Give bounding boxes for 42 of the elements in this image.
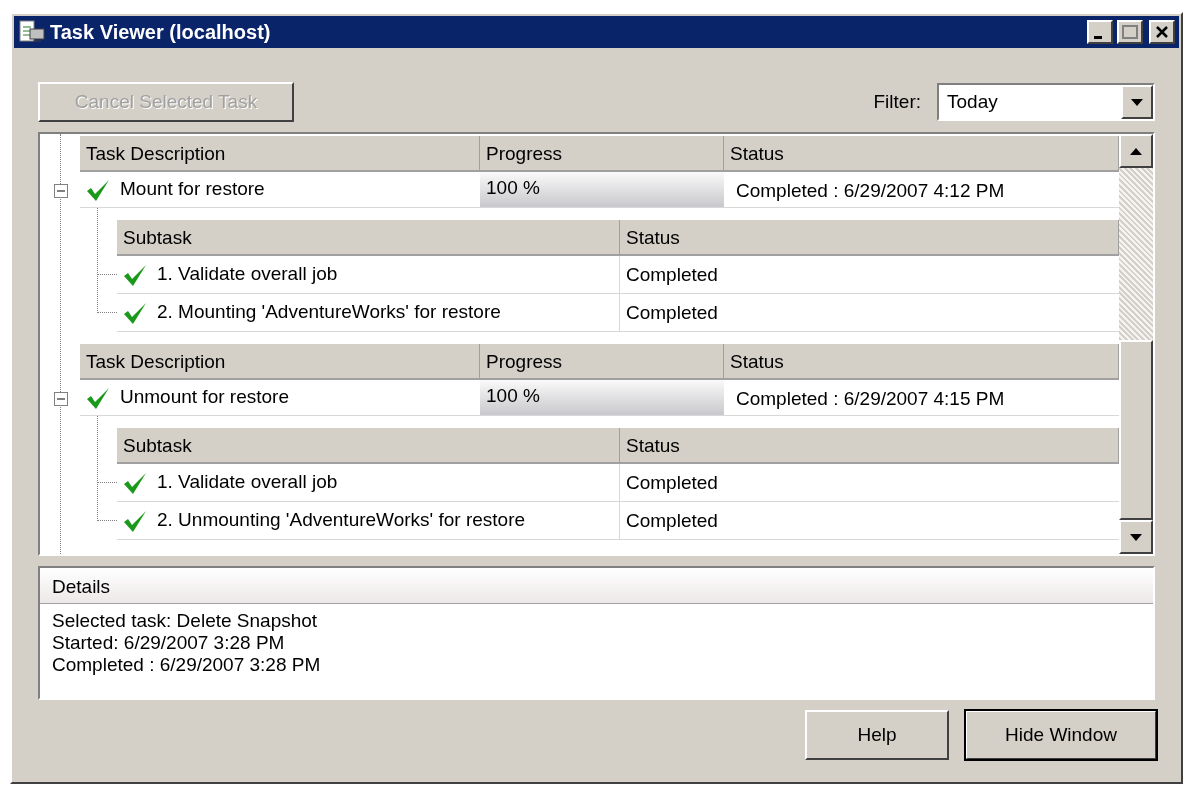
progress-text: 100 % [486,177,540,198]
filter-label: Filter: [873,89,921,114]
subtask-status: Completed [625,471,719,495]
details-text: Selected task: Delete Snapshot [51,610,319,632]
help-button[interactable]: Help [805,710,949,760]
filter-dropdown[interactable]: Today [937,83,1155,121]
subtask-status: Completed [625,509,719,533]
column-header: Task Description [80,344,480,378]
column-header: Progress [480,136,724,170]
down-arrow-icon [1128,531,1144,543]
window-title: Task Viewer (localhost) [50,20,272,45]
hide-window-button[interactable]: Hide Window [965,710,1157,760]
minimize-button[interactable] [1087,20,1113,44]
dropdown-arrow-icon [1129,96,1145,108]
collapse-icon[interactable] [54,184,68,198]
column-header: Task Description [80,136,480,170]
details-text: Completed : 6/29/2007 3:28 PM [51,654,322,676]
subtask-status: Completed [625,263,719,287]
app-icon [18,19,46,45]
collapse-icon[interactable] [54,392,68,406]
scroll-thumb[interactable] [1119,340,1153,520]
column-header: Subtask [117,220,620,254]
task-description: Mount for restore [120,177,265,202]
minimize-icon [1094,35,1102,39]
scroll-up-button[interactable] [1119,134,1153,168]
scrollbar[interactable] [1119,134,1153,554]
subtask-name: 2. Unmounting 'AdventureWorks' for restore [157,508,526,533]
task-status: Completed : 6/29/2007 4:12 PM [735,179,1006,203]
scroll-down-button[interactable] [1119,520,1153,554]
progress-text: 100 % [486,385,540,406]
subtask-status: Completed [625,301,719,325]
task-description: Unmount for restore [120,385,289,410]
close-button[interactable] [1149,20,1175,44]
maximize-icon [1119,22,1141,42]
subtask-name: 1. Validate overall job [157,262,338,287]
subtask-name: 1. Validate overall job [157,470,338,495]
task-status: Completed : 6/29/2007 4:15 PM [735,387,1006,411]
maximize-button[interactable] [1117,20,1143,44]
subtask-name: 2. Mounting 'AdventureWorks' for restore [157,300,501,325]
column-header: Progress [480,344,724,378]
column-header: Subtask [117,428,620,462]
details-text: Started: 6/29/2007 3:28 PM [51,632,286,654]
